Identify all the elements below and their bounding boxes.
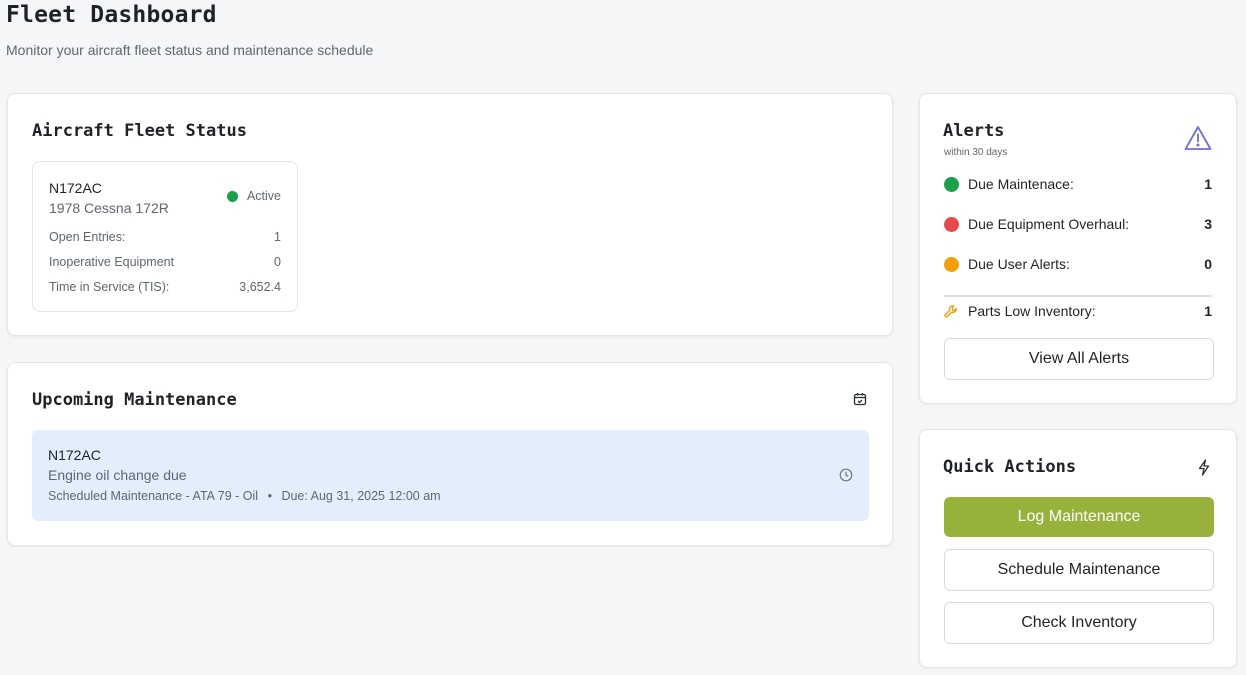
page-subtitle: Monitor your aircraft fleet status and m… (6, 42, 374, 58)
maintenance-item-type: Scheduled Maintenance - ATA 79 - Oil (48, 489, 259, 503)
maintenance-item-due: Due: Aug 31, 2025 12:00 am (281, 489, 441, 503)
green-dot-icon (944, 176, 959, 192)
maintenance-item-meta: Scheduled Maintenance - ATA 79 - Oil • D… (48, 489, 441, 503)
tile-row-inoperative-equipment: Inoperative Equipment 0 (49, 255, 281, 269)
wrench-icon (944, 304, 959, 319)
warning-triangle-icon (1184, 125, 1212, 156)
maintenance-item[interactable]: N172AC Engine oil change due Scheduled M… (32, 430, 869, 521)
upcoming-maintenance-card: Upcoming Maintenance N172AC Engine oil c… (7, 362, 893, 546)
row-value: 3,652.4 (239, 280, 281, 294)
tile-row-time-in-service: Time in Service (TIS): 3,652.4 (49, 280, 281, 294)
alert-row-parts-low-inventory[interactable]: Parts Low Inventory: 1 (944, 301, 1212, 321)
row-value: 1 (274, 230, 281, 244)
log-maintenance-button[interactable]: Log Maintenance (944, 497, 1214, 537)
alert-count: 3 (1204, 216, 1212, 232)
alerts-subtitle: within 30 days (944, 147, 1008, 158)
aircraft-model: 1978 Cessna 172R (49, 200, 169, 216)
status-dot (226, 190, 238, 202)
alert-row-due-user-alerts[interactable]: Due User Alerts: 0 (944, 254, 1212, 274)
alert-count: 0 (1204, 256, 1212, 272)
tile-row-open-entries: Open Entries: 1 (49, 230, 281, 244)
view-all-alerts-button[interactable]: View All Alerts (944, 338, 1214, 380)
status-badge: Active (226, 189, 281, 203)
alert-label: Parts Low Inventory: (968, 303, 1096, 319)
quick-actions-title: Quick Actions (943, 457, 1077, 477)
alert-row-due-equipment-overhaul[interactable]: Due Equipment Overhaul: 3 (944, 214, 1212, 234)
fleet-status-title: Aircraft Fleet Status (32, 121, 247, 141)
row-label: Open Entries: (49, 230, 126, 244)
fleet-status-card: Aircraft Fleet Status N172AC 1978 Cessna… (7, 93, 893, 336)
divider (944, 295, 1212, 297)
calendar-icon (853, 392, 867, 411)
meta-separator: • (267, 489, 272, 503)
maintenance-item-registration: N172AC (48, 447, 101, 463)
alerts-card: Alerts within 30 days Due Maintenace: 1 … (919, 93, 1237, 404)
clock-icon (839, 468, 853, 487)
check-inventory-button[interactable]: Check Inventory (944, 602, 1214, 644)
aircraft-registration: N172AC (49, 180, 102, 196)
alert-count: 1 (1204, 176, 1212, 192)
alert-label: Due User Alerts: (968, 256, 1070, 272)
alert-label: Due Maintenace: (968, 176, 1074, 192)
red-dot-icon (944, 216, 959, 232)
row-label: Inoperative Equipment (49, 255, 175, 269)
status-label: Active (246, 189, 281, 203)
row-value: 0 (274, 255, 281, 269)
alerts-title: Alerts (943, 121, 1005, 141)
page-title: Fleet Dashboard (6, 2, 217, 28)
row-label: Time in Service (TIS): (49, 280, 170, 294)
maintenance-item-description: Engine oil change due (48, 467, 187, 483)
lightning-icon (1198, 459, 1210, 481)
quick-actions-card: Quick Actions Log Maintenance Schedule M… (919, 429, 1237, 668)
alert-label: Due Equipment Overhaul: (968, 216, 1130, 232)
orange-dot-icon (944, 256, 959, 272)
upcoming-maintenance-title: Upcoming Maintenance (32, 390, 237, 410)
alert-row-due-maintenance[interactable]: Due Maintenace: 1 (944, 174, 1212, 194)
aircraft-tile[interactable]: N172AC 1978 Cessna 172R Active Open Entr… (32, 161, 298, 312)
alert-count: 1 (1204, 303, 1212, 319)
schedule-maintenance-button[interactable]: Schedule Maintenance (944, 549, 1214, 591)
